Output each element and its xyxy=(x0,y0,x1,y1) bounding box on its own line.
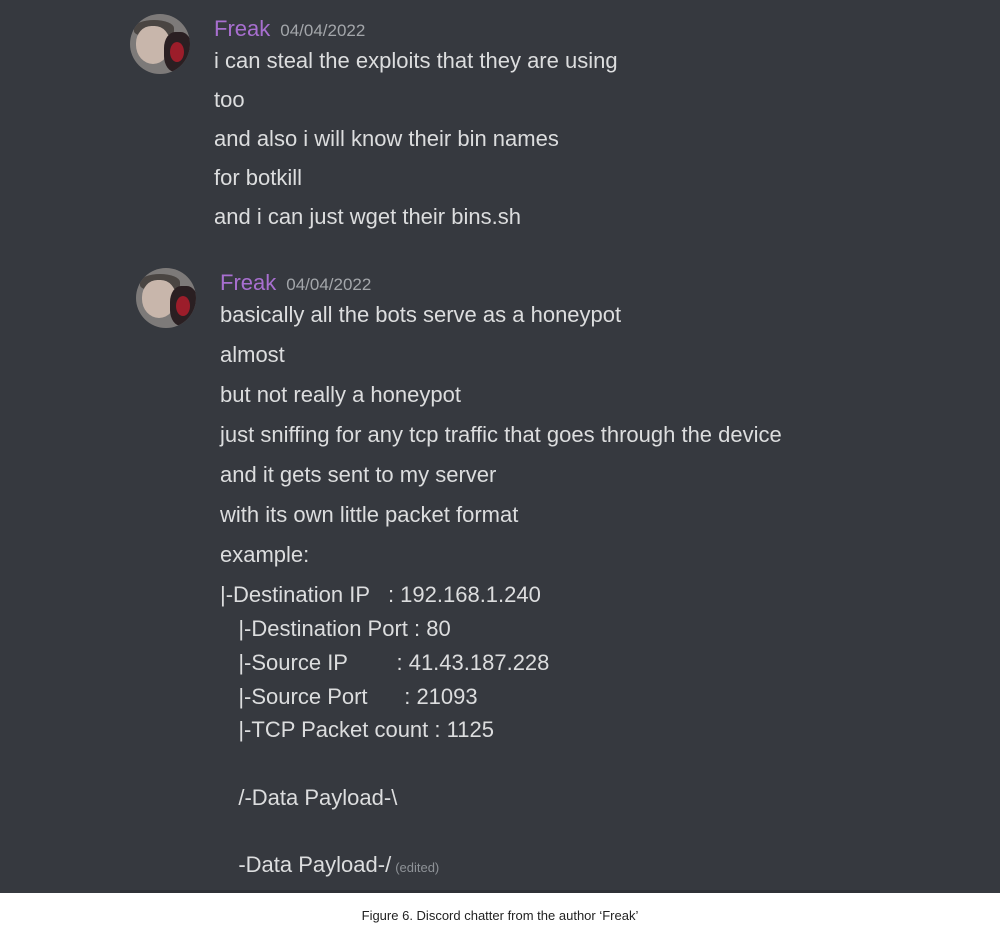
timestamp[interactable]: 04/04/2022 xyxy=(280,21,365,40)
packet-format-line: |-TCP Packet count : 1125 xyxy=(220,717,494,742)
payload-end-text: -Data Payload-/ xyxy=(220,852,392,877)
message-line: for botkill xyxy=(214,165,303,190)
avatar[interactable] xyxy=(136,268,196,328)
message-line: and i can just wget their bins.sh xyxy=(214,204,521,229)
username[interactable]: Freak xyxy=(220,270,276,295)
message-line: too xyxy=(214,87,245,112)
left-margin xyxy=(0,0,120,893)
packet-format-line: /-Data Payload-\ xyxy=(220,785,398,810)
message-header: Freak 04/04/2022 xyxy=(220,270,371,296)
packet-format-line: |-Source Port : 21093 xyxy=(220,684,478,709)
packet-format-line: |-Destination Port : 80 xyxy=(220,616,451,641)
message-header: Freak 04/04/2022 xyxy=(214,16,365,42)
chat-panel: Freak 04/04/2022 i can steal the exploits… xyxy=(0,0,1000,893)
message-line: and also i will know their bin names xyxy=(214,126,559,151)
avatar[interactable] xyxy=(130,14,190,74)
packet-format-line: -Data Payload-/(edited) xyxy=(220,852,439,881)
timestamp[interactable]: 04/04/2022 xyxy=(286,275,371,294)
packet-format-line: |-Source IP : 41.43.187.228 xyxy=(220,650,550,675)
message-line: but not really a honeypot xyxy=(220,382,461,407)
figure-caption: Figure 6. Discord chatter from the autho… xyxy=(361,908,639,923)
message-line: basically all the bots serve as a honeyp… xyxy=(220,302,622,327)
message-line: and it gets sent to my server xyxy=(220,462,497,487)
edited-label: (edited) xyxy=(395,860,440,875)
message-line: almost xyxy=(220,342,285,367)
panel-edge xyxy=(120,890,880,893)
message-line: i can steal the exploits that they are u… xyxy=(214,48,618,73)
message-line: with its own little packet format xyxy=(220,502,519,527)
message-line: example: xyxy=(220,542,310,567)
username[interactable]: Freak xyxy=(214,16,270,41)
message-line: just sniffing for any tcp traffic that g… xyxy=(220,422,782,447)
packet-format-line: |-Destination IP : 192.168.1.240 xyxy=(220,582,541,607)
